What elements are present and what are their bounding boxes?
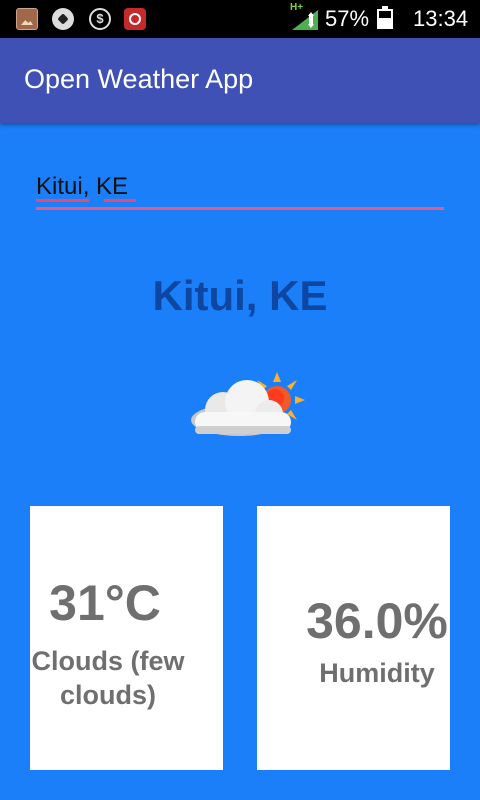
app-title: Open Weather App [24,64,254,94]
spellcheck-underline [36,199,89,202]
humidity-card: 36.0% Humidity [257,506,450,770]
weather-description: Clouds (few clouds) [31,646,185,710]
signal-icon [292,10,318,30]
soccer-ball-icon [52,8,74,30]
battery-percent: 57% [325,6,370,31]
dollar-icon: $ [89,8,111,30]
spellcheck-underline [104,199,136,202]
humidity-value: 36.0% [306,593,448,649]
city-title: Kitui, KE [152,272,328,319]
status-bar: $ H+ 57% 13:34 [0,0,480,38]
gallery-icon [16,8,38,30]
target-icon [124,8,146,30]
app-bar: Open Weather App [0,38,480,123]
clock: 13:34 [413,6,469,31]
humidity-label: Humidity [319,658,435,688]
battery-icon [377,6,393,29]
few-clouds-icon [191,372,305,436]
temperature-value: 31°C [49,575,161,631]
city-search-input[interactable] [36,166,444,210]
temperature-card: 31°C Clouds (few clouds) [30,506,223,770]
